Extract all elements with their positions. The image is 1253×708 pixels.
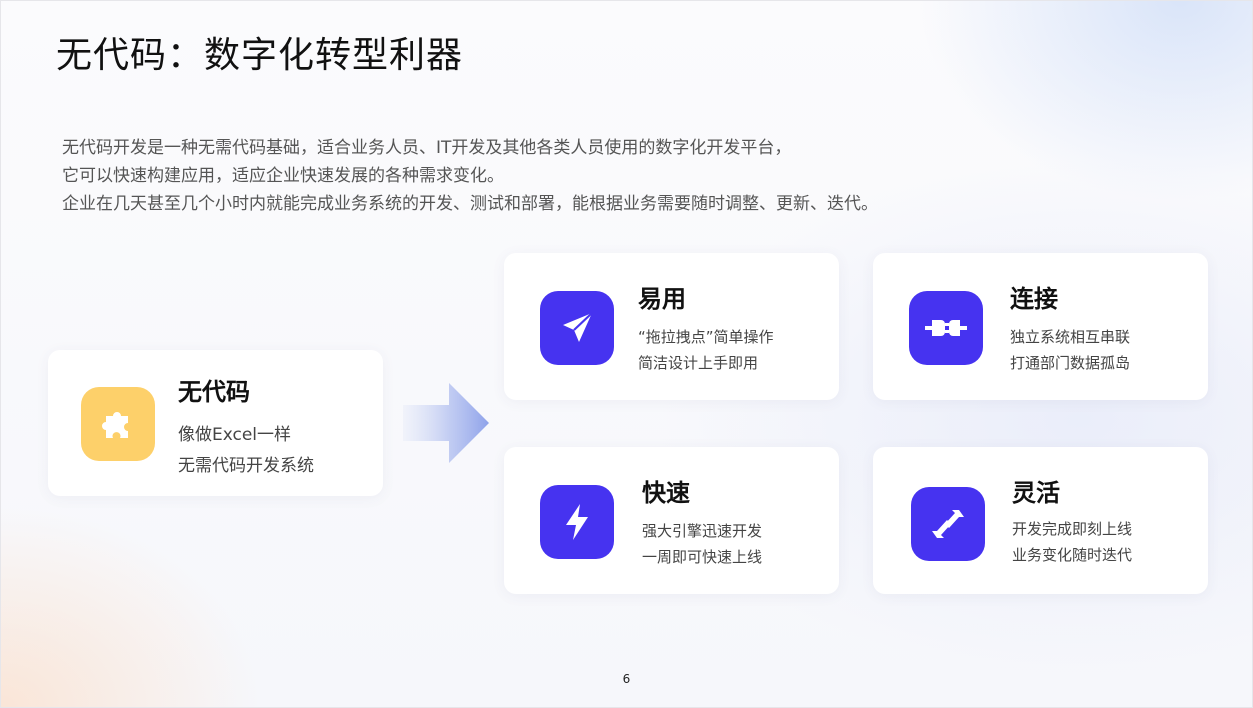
feature-line: 一周即可快速上线 — [642, 548, 763, 566]
feature-line: 业务变化随时迭代 — [1012, 546, 1133, 564]
swap-arrows-icon — [911, 487, 985, 561]
description-line: 它可以快速构建应用，适应企业快速发展的各种需求变化。 — [62, 166, 504, 186]
arrow-right-icon — [403, 383, 489, 463]
page-number: 6 — [622, 672, 631, 686]
feature-line: 强大引擎迅速开发 — [642, 522, 763, 540]
main-card: 无代码 像做Excel一样 无需代码开发系统 — [48, 350, 383, 496]
description-line: 无代码开发是一种无需代码基础，适合业务人员、IT开发及其他各类人员使用的数字化开… — [62, 138, 792, 158]
feature-title: 灵活 — [1012, 479, 1060, 507]
feature-card-easy: 易用 “拖拉拽点”简单操作 简洁设计上手即用 — [504, 253, 839, 400]
feature-line: 打通部门数据孤岛 — [1010, 354, 1131, 372]
plug-icon — [909, 291, 983, 365]
page-title: 无代码：数字化转型利器 — [56, 35, 464, 76]
main-card-line: 像做Excel一样 — [178, 425, 292, 445]
feature-line: 简洁设计上手即用 — [638, 354, 759, 372]
description-line: 企业在几天甚至几个小时内就能完成业务系统的开发、测试和部署，能根据业务需要随时调… — [62, 194, 878, 214]
lightning-icon — [540, 485, 614, 559]
feature-card-flexible: 灵活 开发完成即刻上线 业务变化随时迭代 — [873, 447, 1208, 594]
feature-title: 快速 — [642, 479, 690, 507]
feature-line: “拖拉拽点”简单操作 — [638, 328, 774, 346]
paper-plane-icon — [540, 291, 614, 365]
feature-card-connect: 连接 独立系统相互串联 打通部门数据孤岛 — [873, 253, 1208, 400]
feature-line: 开发完成即刻上线 — [1012, 520, 1133, 538]
feature-card-fast: 快速 强大引擎迅速开发 一周即可快速上线 — [504, 447, 839, 594]
feature-line: 独立系统相互串联 — [1010, 328, 1131, 346]
slide: 无代码：数字化转型利器 无代码开发是一种无需代码基础，适合业务人员、IT开发及其… — [0, 0, 1253, 708]
main-card-line: 无需代码开发系统 — [178, 456, 314, 476]
main-card-title: 无代码 — [178, 378, 250, 406]
puzzle-icon — [81, 387, 155, 461]
feature-title: 连接 — [1010, 285, 1058, 313]
description: 无代码开发是一种无需代码基础，适合业务人员、IT开发及其他各类人员使用的数字化开… — [62, 134, 1062, 218]
feature-title: 易用 — [638, 285, 686, 313]
